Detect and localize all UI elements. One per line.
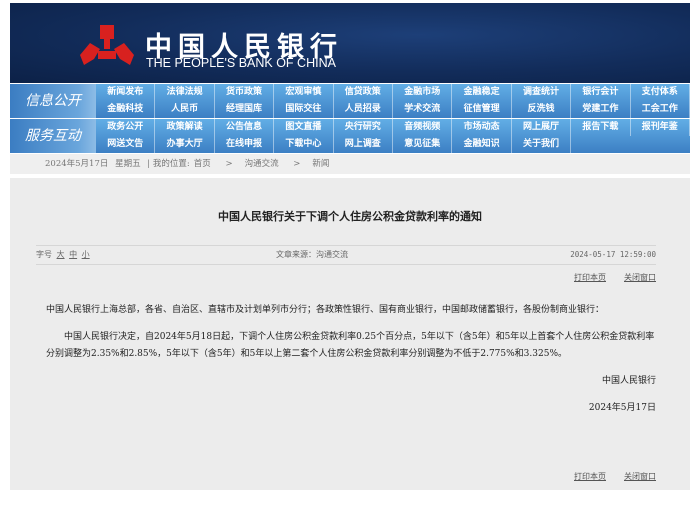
nav-item[interactable]: 工会工作 xyxy=(631,101,690,118)
separator: > xyxy=(225,159,233,169)
article-time: 2024-05-17 12:59:00 xyxy=(570,250,656,259)
nav-info-disclosure: 信息公开 新闻发布 法律法规 货币政策 宏观审慎 信贷政策 金融市场 金融稳定 调查统计 银行会… xyxy=(10,84,690,118)
nav-item[interactable]: 新闻发布 xyxy=(96,84,156,101)
article-meta: 字号 大 中 小 文章来源：沟通交流 2024-05-17 12:59:00 xyxy=(36,245,656,265)
nav-item[interactable]: 政策解读 xyxy=(155,119,215,136)
weekday: 星期五 xyxy=(115,159,141,169)
nav-item[interactable]: 信贷政策 xyxy=(334,84,393,101)
article-panel: 中国人民银行关于下调个人住房公积金贷款利率的通知 字号 大 中 小 文章来源：沟… xyxy=(10,178,690,490)
nav-item[interactable]: 政务公开 xyxy=(96,119,156,136)
nav-item[interactable]: 经理国库 xyxy=(215,101,275,118)
nav-group-label: 服务互动 xyxy=(10,119,96,153)
paragraph: 中国人民银行决定，自2024年5月18日起，下调个人住房公积金贷款利率0.25个… xyxy=(46,332,655,359)
nav-item[interactable]: 下载中心 xyxy=(274,136,334,153)
nav-item[interactable]: 宏观审慎 xyxy=(274,84,334,101)
nav-item[interactable]: 人员招录 xyxy=(334,101,393,118)
print-link[interactable]: 打印本页 xyxy=(574,472,606,481)
nav-item[interactable]: 央行研究 xyxy=(334,119,393,136)
nav-item[interactable]: 金融稳定 xyxy=(452,84,512,101)
nav-item[interactable]: 音频视频 xyxy=(393,119,453,136)
nav-item[interactable]: 党建工作 xyxy=(571,101,631,118)
separator: > xyxy=(293,159,301,169)
sign-date: 2024年5月17日 xyxy=(588,403,656,413)
signature: 中国人民银行 xyxy=(601,376,656,386)
nav-item[interactable]: 征信管理 xyxy=(452,101,512,118)
nav-item[interactable]: 办事大厅 xyxy=(155,136,215,153)
location-label: 我的位置: xyxy=(152,159,190,169)
article-tools-bottom: 打印本页 关闭窗口 xyxy=(556,471,656,482)
print-link[interactable]: 打印本页 xyxy=(574,273,606,282)
article-title: 中国人民银行关于下调个人住房公积金贷款利率的通知 xyxy=(218,210,482,223)
nav-item[interactable]: 银行会计 xyxy=(571,84,631,101)
article-tools-top: 打印本页 关闭窗口 xyxy=(556,272,656,283)
nav-item[interactable]: 法律法规 xyxy=(155,84,215,101)
nav-item[interactable]: 人民币 xyxy=(155,101,215,118)
nav-item[interactable]: 金融市场 xyxy=(393,84,453,101)
breadcrumb-home[interactable]: 首页 xyxy=(194,159,211,169)
pboc-logo-icon xyxy=(80,25,134,65)
nav-item[interactable]: 反洗钱 xyxy=(512,101,572,118)
breadcrumb-news[interactable]: 新闻 xyxy=(312,159,329,169)
nav-item[interactable]: 意见征集 xyxy=(393,136,453,153)
font-medium[interactable]: 中 xyxy=(69,250,77,259)
nav-item[interactable]: 报告下载 xyxy=(571,119,631,136)
font-large[interactable]: 大 xyxy=(57,250,65,259)
nav-item[interactable]: 金融科技 xyxy=(96,101,156,118)
nav-item[interactable]: 网上调查 xyxy=(334,136,393,153)
close-window-link[interactable]: 关闭窗口 xyxy=(624,273,656,282)
nav-item[interactable]: 网上展厅 xyxy=(512,119,572,136)
breadcrumb: 2024年5月17日 星期五 | 我的位置: 首页 > 沟通交流 > 新闻 xyxy=(10,154,690,174)
close-window-link[interactable]: 关闭窗口 xyxy=(624,472,656,481)
nav-item[interactable]: 公告信息 xyxy=(215,119,275,136)
font-small[interactable]: 小 xyxy=(82,250,90,259)
nav-service-interaction: 服务互动 政务公开 政策解读 公告信息 图文直播 央行研究 音频视频 市场动态 网上展厅 报告下… xyxy=(10,119,690,153)
nav-group-label: 信息公开 xyxy=(10,84,96,118)
nav-item[interactable]: 报刊年鉴 xyxy=(631,119,690,136)
date: 2024年5月17日 xyxy=(45,159,109,169)
nav-item[interactable]: 货币政策 xyxy=(215,84,275,101)
nav-item[interactable]: 在线申报 xyxy=(215,136,275,153)
nav-item[interactable]: 网送文告 xyxy=(96,136,156,153)
nav-item[interactable]: 图文直播 xyxy=(274,119,334,136)
nav-item[interactable]: 学术交流 xyxy=(393,101,453,118)
nav-item[interactable]: 市场动态 xyxy=(452,119,512,136)
paragraph: 中国人民银行上海总部，各省、自治区、直辖市及计划单列市分行；各政策性银行、国有商… xyxy=(46,305,605,315)
nav-item[interactable]: 金融知识 xyxy=(452,136,512,153)
font-size-label: 字号 xyxy=(36,250,52,259)
nav-item[interactable]: 调查统计 xyxy=(512,84,572,101)
site-title-en: THE PEOPLE'S BANK OF CHINA xyxy=(146,56,336,70)
header-banner: 中国人民银行 THE PEOPLE'S BANK OF CHINA xyxy=(10,3,690,83)
nav-item[interactable]: 支付体系 xyxy=(631,84,690,101)
nav-item[interactable]: 关于我们 xyxy=(512,136,572,153)
nav-item[interactable]: 国际交往 xyxy=(274,101,334,118)
article-source: 文章来源：沟通交流 xyxy=(276,250,348,259)
article-body: 中国人民银行上海总部，各省、自治区、直辖市及计划单列市分行；各政策性银行、国有商… xyxy=(46,302,656,427)
breadcrumb-communication[interactable]: 沟通交流 xyxy=(245,159,279,169)
